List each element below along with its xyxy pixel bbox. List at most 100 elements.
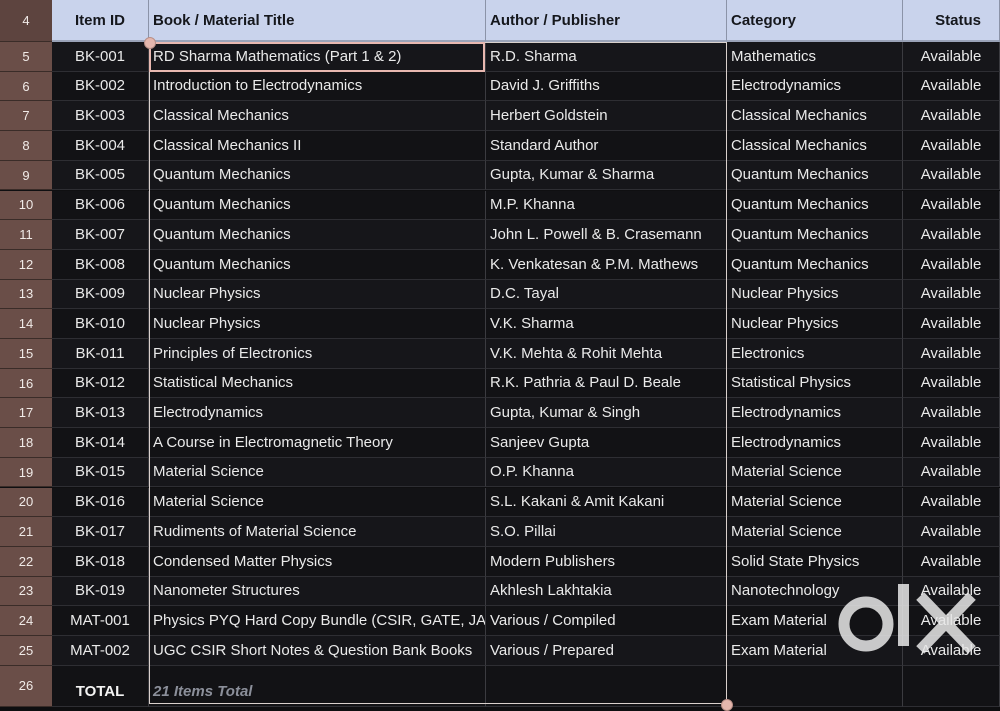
- title-cell[interactable]: Quantum Mechanics: [149, 160, 486, 191]
- row-number[interactable]: 21: [0, 517, 52, 547]
- category-cell[interactable]: Electrodynamics: [727, 398, 903, 429]
- title-cell[interactable]: Physics PYQ Hard Copy Bundle (CSIR, GATE…: [149, 606, 486, 636]
- status-cell[interactable]: Available: [903, 42, 1000, 72]
- row-number[interactable]: 9: [0, 160, 52, 191]
- item-id-cell[interactable]: BK-012: [52, 368, 149, 399]
- item-id-cell[interactable]: BK-009: [52, 279, 149, 310]
- row-number[interactable]: 23: [0, 576, 52, 607]
- item-id-cell[interactable]: BK-010: [52, 309, 149, 339]
- column-header-author[interactable]: Author / Publisher: [486, 0, 727, 42]
- author-cell[interactable]: Standard Author: [486, 131, 727, 161]
- item-id-cell[interactable]: BK-017: [52, 517, 149, 547]
- row-number[interactable]: 24: [0, 606, 52, 636]
- row-number[interactable]: 4: [0, 0, 52, 42]
- item-id-cell[interactable]: BK-001: [52, 42, 149, 72]
- author-cell[interactable]: Various / Compiled: [486, 606, 727, 636]
- title-cell[interactable]: Electrodynamics: [149, 398, 486, 429]
- title-cell[interactable]: Nuclear Physics: [149, 279, 486, 310]
- item-id-cell[interactable]: BK-015: [52, 457, 149, 488]
- empty-cell[interactable]: [727, 665, 903, 707]
- empty-cell[interactable]: [903, 665, 1000, 707]
- category-cell[interactable]: Nuclear Physics: [727, 279, 903, 310]
- row-number[interactable]: 11: [0, 220, 52, 250]
- title-cell[interactable]: Classical Mechanics II: [149, 131, 486, 161]
- title-cell[interactable]: Quantum Mechanics: [149, 249, 486, 280]
- author-cell[interactable]: David J. Griffiths: [486, 71, 727, 102]
- item-id-cell[interactable]: BK-003: [52, 101, 149, 132]
- column-header-item-id[interactable]: Item ID: [52, 0, 149, 42]
- row-number[interactable]: 22: [0, 546, 52, 577]
- total-summary-cell[interactable]: 21 Items Total: [149, 665, 486, 707]
- item-id-cell[interactable]: MAT-002: [52, 636, 149, 666]
- status-cell[interactable]: Available: [903, 339, 1000, 369]
- title-cell[interactable]: Classical Mechanics: [149, 101, 486, 132]
- status-cell[interactable]: Available: [903, 71, 1000, 102]
- author-cell[interactable]: Herbert Goldstein: [486, 101, 727, 132]
- author-cell[interactable]: S.O. Pillai: [486, 517, 727, 547]
- author-cell[interactable]: Various / Prepared: [486, 636, 727, 666]
- status-cell[interactable]: Available: [903, 398, 1000, 429]
- category-cell[interactable]: Quantum Mechanics: [727, 220, 903, 250]
- status-cell[interactable]: Available: [903, 279, 1000, 310]
- row-number[interactable]: 25: [0, 636, 52, 666]
- title-cell[interactable]: UGC CSIR Short Notes & Question Bank Boo…: [149, 636, 486, 666]
- row-number[interactable]: 26: [0, 665, 52, 707]
- author-cell[interactable]: Modern Publishers: [486, 546, 727, 577]
- author-cell[interactable]: M.P. Khanna: [486, 190, 727, 221]
- title-cell[interactable]: Material Science: [149, 457, 486, 488]
- author-cell[interactable]: V.K. Sharma: [486, 309, 727, 339]
- title-cell[interactable]: Quantum Mechanics: [149, 220, 486, 250]
- title-cell[interactable]: Rudiments of Material Science: [149, 517, 486, 547]
- item-id-cell[interactable]: BK-011: [52, 339, 149, 369]
- status-cell[interactable]: Available: [903, 517, 1000, 547]
- item-id-cell[interactable]: BK-013: [52, 398, 149, 429]
- row-number[interactable]: 6: [0, 71, 52, 102]
- row-number[interactable]: 7: [0, 101, 52, 132]
- title-cell[interactable]: Introduction to Electrodynamics: [149, 71, 486, 102]
- category-cell[interactable]: Classical Mechanics: [727, 131, 903, 161]
- item-id-cell[interactable]: BK-008: [52, 249, 149, 280]
- author-cell[interactable]: S.L. Kakani & Amit Kakani: [486, 487, 727, 518]
- category-cell[interactable]: Electrodynamics: [727, 71, 903, 102]
- status-cell[interactable]: Available: [903, 220, 1000, 250]
- item-id-cell[interactable]: BK-019: [52, 576, 149, 607]
- author-cell[interactable]: O.P. Khanna: [486, 457, 727, 488]
- item-id-cell[interactable]: BK-014: [52, 428, 149, 458]
- author-cell[interactable]: Akhlesh Lakhtakia: [486, 576, 727, 607]
- category-cell[interactable]: Nuclear Physics: [727, 309, 903, 339]
- item-id-cell[interactable]: BK-002: [52, 71, 149, 102]
- total-label-cell[interactable]: TOTAL: [52, 665, 149, 707]
- category-cell[interactable]: Electronics: [727, 339, 903, 369]
- row-number[interactable]: 5: [0, 42, 52, 72]
- title-cell[interactable]: Nanometer Structures: [149, 576, 486, 607]
- item-id-cell[interactable]: BK-018: [52, 546, 149, 577]
- category-cell[interactable]: Material Science: [727, 517, 903, 547]
- category-cell[interactable]: Quantum Mechanics: [727, 249, 903, 280]
- status-cell[interactable]: Available: [903, 457, 1000, 488]
- title-cell[interactable]: Material Science: [149, 487, 486, 518]
- row-number[interactable]: 12: [0, 249, 52, 280]
- category-cell[interactable]: Solid State Physics: [727, 546, 903, 577]
- status-cell[interactable]: Available: [903, 309, 1000, 339]
- title-cell[interactable]: Nuclear Physics: [149, 309, 486, 339]
- category-cell[interactable]: Electrodynamics: [727, 428, 903, 458]
- title-cell[interactable]: Principles of Electronics: [149, 339, 486, 369]
- author-cell[interactable]: R.D. Sharma: [486, 42, 727, 72]
- item-id-cell[interactable]: MAT-001: [52, 606, 149, 636]
- row-number[interactable]: 10: [0, 190, 52, 221]
- category-cell[interactable]: Mathematics: [727, 42, 903, 72]
- status-cell[interactable]: Available: [903, 131, 1000, 161]
- item-id-cell[interactable]: BK-016: [52, 487, 149, 518]
- column-header-title[interactable]: Book / Material Title: [149, 0, 486, 42]
- status-cell[interactable]: Available: [903, 487, 1000, 518]
- row-number[interactable]: 16: [0, 368, 52, 399]
- item-id-cell[interactable]: BK-007: [52, 220, 149, 250]
- title-cell[interactable]: RD Sharma Mathematics (Part 1 & 2): [149, 42, 486, 72]
- title-cell[interactable]: Condensed Matter Physics: [149, 546, 486, 577]
- row-number[interactable]: 19: [0, 457, 52, 488]
- row-number[interactable]: 14: [0, 309, 52, 339]
- status-cell[interactable]: Available: [903, 190, 1000, 221]
- author-cell[interactable]: Sanjeev Gupta: [486, 428, 727, 458]
- category-cell[interactable]: Quantum Mechanics: [727, 190, 903, 221]
- author-cell[interactable]: Gupta, Kumar & Singh: [486, 398, 727, 429]
